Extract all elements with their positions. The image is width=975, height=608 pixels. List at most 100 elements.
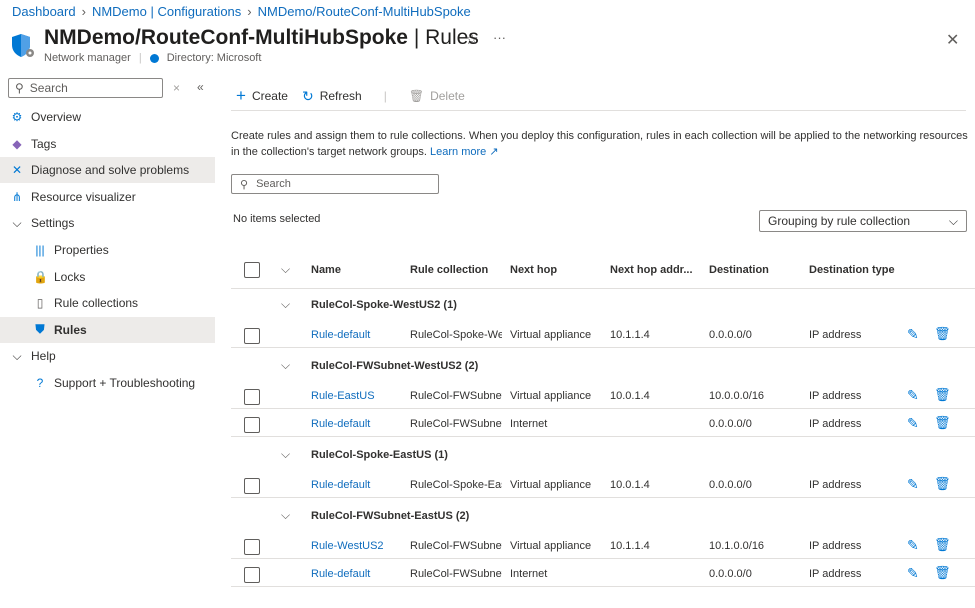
table-cell: Internet: [510, 418, 548, 430]
row-checkbox[interactable]: [244, 539, 260, 555]
edit-icon[interactable]: ✎: [907, 565, 919, 582]
row-divider: [231, 408, 975, 409]
learn-more-link[interactable]: Learn more ↗: [430, 146, 499, 158]
rule-name-link[interactable]: Rule-default: [311, 479, 406, 491]
rule-name-link[interactable]: Rule-default: [311, 329, 406, 341]
sidebar-item-help[interactable]: ⌵ Help: [0, 343, 215, 369]
delete-icon[interactable]: 🗑: [934, 537, 951, 553]
delete-icon[interactable]: 🗑: [934, 565, 951, 581]
breadcrumb-dashboard[interactable]: Dashboard: [12, 4, 76, 19]
breadcrumb: Dashboard › NMDemo | Configurations › NMDe…: [12, 4, 471, 19]
delete-icon[interactable]: 🗑: [934, 326, 951, 342]
selection-status: No items selected: [233, 213, 321, 225]
row-checkbox[interactable]: [244, 417, 260, 433]
rule-name-link[interactable]: Rule-EastUS: [311, 390, 406, 402]
table-cell: IP address: [809, 540, 862, 552]
clear-icon[interactable]: ×: [173, 81, 180, 95]
page-title: NMDemo/RouteConf-MultiHubSpoke | Rules: [44, 26, 479, 49]
table-cell: Virtual appliance: [510, 390, 592, 402]
table-cell: Virtual appliance: [510, 329, 592, 341]
column-header[interactable]: Next hop addr...: [610, 264, 705, 276]
rule-name-link[interactable]: Rule-default: [311, 418, 406, 430]
row-checkbox[interactable]: [244, 328, 260, 344]
collapse-sidebar-icon[interactable]: «: [197, 80, 204, 94]
column-header[interactable]: Next hop: [510, 264, 608, 276]
edit-icon[interactable]: ✎: [907, 415, 919, 432]
column-header[interactable]: Destination type: [809, 264, 899, 276]
sidebar-item-settings[interactable]: ⌵ Settings: [0, 210, 215, 236]
breadcrumb-configurations[interactable]: NMDemo | Configurations: [92, 4, 241, 19]
breadcrumb-configuration[interactable]: NMDemo/RouteConf-MultiHubSpoke: [258, 4, 471, 19]
row-checkbox[interactable]: [244, 389, 260, 405]
group-chevron-icon[interactable]: ⌵: [281, 358, 290, 373]
table-cell: IP address: [809, 329, 862, 341]
sidebar-item-resource-visualizer[interactable]: ⋔ Resource visualizer: [0, 184, 215, 210]
row-divider: [231, 347, 975, 348]
table-cell: 10.1.0.0/16: [709, 540, 765, 552]
plus-icon: +: [236, 86, 246, 105]
delete-button[interactable]: 🗑 Delete: [409, 89, 465, 103]
sidebar-item-diagnose-and-solve-problems[interactable]: ✕ Diagnose and solve problems: [0, 157, 215, 184]
group-header: RuleCol-FWSubnet-WestUS2 (2): [311, 360, 479, 372]
rule-name-link[interactable]: Rule-default: [311, 568, 406, 580]
table-cell: RuleCol-FWSubnet-EastUS: [410, 568, 502, 580]
search-icon: ⚲: [240, 178, 249, 191]
refresh-button[interactable]: ↻ Refresh: [302, 88, 362, 105]
column-header[interactable]: Destination: [709, 264, 804, 276]
sidebar-item-properties[interactable]: ||| Properties: [0, 237, 215, 263]
table-cell: Internet: [510, 568, 548, 580]
row-checkbox[interactable]: [244, 567, 260, 583]
grouping-dropdown[interactable]: Grouping by rule collection ⌵: [759, 210, 967, 232]
sidebar-item-locks[interactable]: 🔒 Locks: [0, 264, 215, 290]
table-cell: RuleCol-Spoke-WestUS2: [410, 329, 502, 341]
row-checkbox[interactable]: [244, 478, 260, 494]
toolbar: + Create ↻ Refresh | 🗑 Delete: [236, 86, 465, 106]
create-button[interactable]: + Create: [236, 86, 288, 106]
rule-name-link[interactable]: Rule-WestUS2: [311, 540, 406, 552]
star-icon[interactable]: ☆: [465, 30, 478, 48]
group-chevron-icon[interactable]: ⌵: [281, 297, 290, 312]
divider: [231, 288, 975, 289]
delete-icon[interactable]: 🗑: [934, 415, 951, 431]
shield-icon: ⛊: [35, 322, 45, 337]
edit-icon[interactable]: ✎: [907, 537, 919, 554]
sidebar-item-rule-collections[interactable]: ▯ Rule collections: [0, 290, 215, 316]
more-icon[interactable]: ···: [493, 30, 506, 45]
chevron-down-icon: ⌵: [948, 213, 958, 228]
delete-icon[interactable]: 🗑: [934, 387, 951, 403]
sidebar-item-overview[interactable]: ⚙ Overview: [0, 104, 215, 130]
close-icon[interactable]: ✕: [946, 30, 959, 50]
group-chevron-icon[interactable]: ⌵: [281, 447, 290, 462]
group-header: RuleCol-FWSubnet-EastUS (2): [311, 510, 470, 522]
search-input[interactable]: ⚲ Search: [231, 174, 439, 194]
group-header: RuleCol-Spoke-EastUS (1): [311, 449, 448, 461]
table-cell: 10.0.1.4: [610, 479, 650, 491]
collapse-all-chevron-icon[interactable]: ⌵: [281, 262, 290, 277]
wrench-icon: ✕: [11, 163, 23, 178]
table-cell: IP address: [809, 568, 862, 580]
edit-icon[interactable]: ✎: [907, 387, 919, 404]
column-header[interactable]: Name: [311, 264, 406, 276]
table-cell: 0.0.0.0/0: [709, 329, 752, 341]
table-cell: RuleCol-FWSubnet-WestUS2: [410, 418, 502, 430]
delete-icon[interactable]: 🗑: [934, 476, 951, 492]
table-cell: 10.1.1.4: [610, 329, 650, 341]
table-cell: IP address: [809, 418, 862, 430]
select-all-checkbox[interactable]: [244, 262, 260, 278]
refresh-icon: ↻: [301, 87, 314, 104]
row-divider: [231, 558, 975, 559]
sidebar-search-input[interactable]: ⚲ Search: [8, 78, 163, 98]
sidebar-item-support-troubleshooting[interactable]: ? Support + Troubleshooting: [0, 370, 215, 396]
sidebar-item-rules[interactable]: ⛊ Rules: [0, 316, 215, 343]
trash-icon: 🗑: [408, 89, 425, 103]
toolbar-divider: |: [383, 89, 387, 103]
column-header[interactable]: Rule collection: [410, 264, 502, 276]
sidebar-item-tags[interactable]: ◆ Tags: [0, 131, 215, 157]
table-cell: 10.1.1.4: [610, 540, 650, 552]
description: Create rules and assign them to rule col…: [231, 130, 968, 158]
network-manager-shield-icon: [12, 34, 34, 57]
table-cell: 10.0.0.0/16: [709, 390, 765, 402]
edit-icon[interactable]: ✎: [907, 476, 919, 493]
edit-icon[interactable]: ✎: [907, 326, 919, 343]
group-chevron-icon[interactable]: ⌵: [281, 508, 290, 523]
